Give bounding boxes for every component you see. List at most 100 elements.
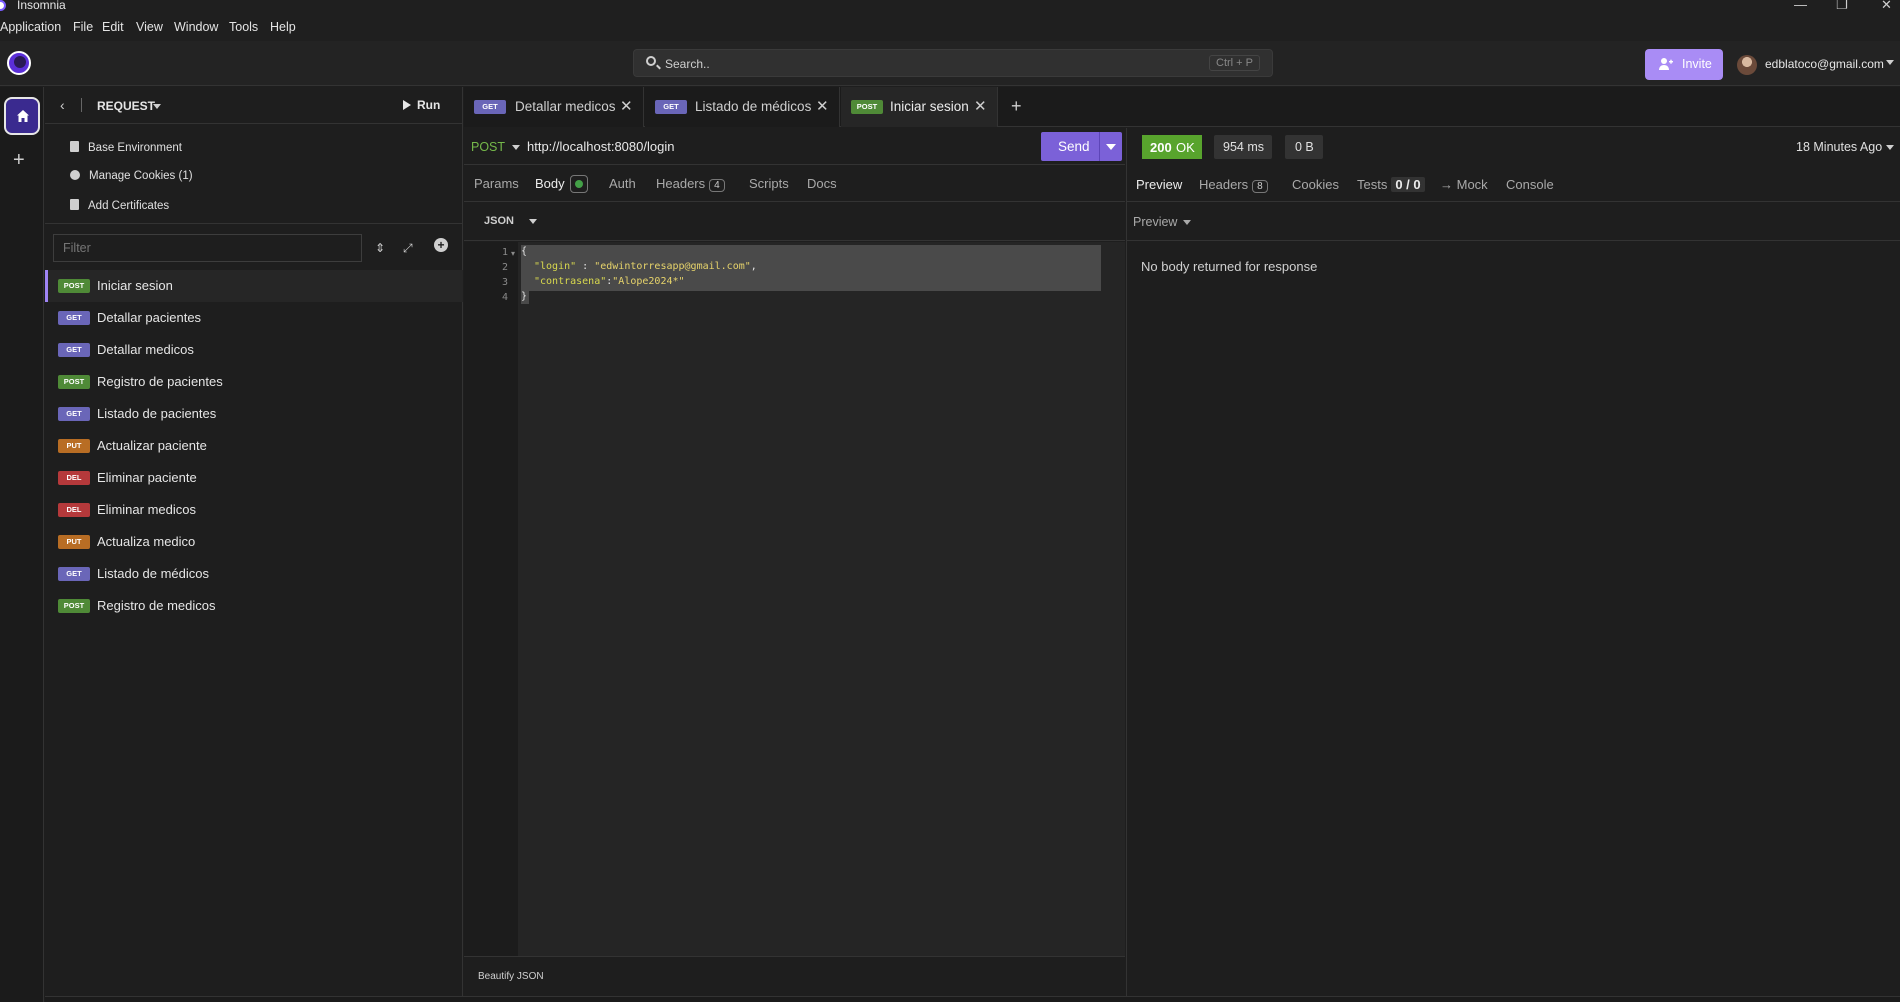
avatar[interactable]	[1737, 55, 1757, 75]
empty-response-message: No body returned for response	[1141, 259, 1318, 274]
status-badge: 200 OK	[1142, 135, 1202, 159]
tab-auth[interactable]: Auth	[609, 176, 636, 191]
tab-headers[interactable]: Headers 4	[656, 176, 725, 192]
window-title: Insomnia	[17, 0, 66, 12]
method-badge: POST	[851, 100, 883, 114]
request-name: Iniciar sesion	[97, 278, 173, 293]
expand-all-icon[interactable]: ⤢	[403, 241, 413, 256]
request-name: Detallar medicos	[97, 342, 194, 357]
chevron-down-icon[interactable]	[1886, 60, 1894, 65]
request-collection-label[interactable]: REQUEST	[97, 99, 155, 113]
tab-mock[interactable]: → Mock	[1440, 177, 1488, 192]
tab-docs[interactable]: Docs	[807, 176, 837, 191]
title-bar: Insomnia — ❐ ✕	[0, 0, 1900, 16]
insomnia-logo-icon[interactable]	[7, 51, 31, 75]
add-project-plus-icon[interactable]: +	[13, 149, 25, 172]
tab-response-headers[interactable]: Headers 8	[1199, 177, 1268, 193]
play-icon	[403, 100, 411, 110]
close-window-button[interactable]: ✕	[1881, 0, 1892, 13]
sidebar-request-registro-de-medicos[interactable]: POST Registro de medicos	[45, 590, 463, 622]
menu-window[interactable]: Window	[174, 20, 218, 34]
sidebar-request-registro-de-pacientes[interactable]: POST Registro de pacientes	[45, 366, 463, 398]
chevron-down-icon[interactable]	[529, 219, 537, 224]
chevron-down-icon[interactable]	[1183, 220, 1191, 225]
code-line-2: "login" : "edwintorresapp@gmail.com",	[534, 261, 757, 272]
preview-mode-bar	[1126, 203, 1900, 241]
line-number: 1	[501, 247, 508, 258]
base-environment-label: Base Environment	[88, 142, 182, 154]
minimize-button[interactable]: —	[1794, 0, 1807, 12]
search-bar[interactable]: Search.. Ctrl + P	[633, 49, 1273, 77]
fold-chevron-icon[interactable]: ▾	[511, 249, 515, 258]
send-options-chevron-icon[interactable]	[1106, 144, 1116, 150]
invite-button[interactable]: Invite	[1645, 49, 1723, 80]
menu-tools[interactable]: Tools	[229, 20, 258, 34]
url-input[interactable]: http://localhost:8080/login	[527, 139, 674, 154]
request-name: Detallar pacientes	[97, 310, 202, 325]
sidebar-request-eliminar-paciente[interactable]: DEL Eliminar paciente	[45, 462, 463, 494]
chevron-down-icon[interactable]	[1886, 145, 1894, 150]
filter-input[interactable]	[53, 234, 362, 262]
run-button[interactable]: Run	[403, 98, 440, 112]
response-size-badge: 0 B	[1285, 135, 1323, 159]
tab-body[interactable]: Body	[535, 176, 565, 191]
tab-console[interactable]: Console	[1506, 177, 1554, 192]
tab-tests[interactable]: Tests 0 / 0	[1357, 177, 1425, 192]
body-editor[interactable]	[518, 242, 1125, 956]
chevron-down-icon[interactable]	[153, 104, 161, 109]
menu-edit[interactable]: Edit	[102, 20, 124, 34]
line-number: 3	[501, 277, 508, 288]
tab-detallar-medicos[interactable]: GET Detallar medicos ✕	[464, 87, 644, 127]
send-button[interactable]: Send	[1041, 132, 1122, 161]
tab-cookies[interactable]: Cookies	[1292, 177, 1339, 192]
home-button[interactable]	[4, 97, 40, 135]
tab-preview[interactable]: Preview	[1136, 177, 1182, 192]
add-certificates-link[interactable]: Add Certificates	[70, 199, 169, 212]
editor-gutter	[464, 242, 518, 956]
request-name: Actualiza medico	[97, 534, 196, 549]
json-comma: ,	[750, 261, 757, 272]
sidebar-request-detallar-medicos[interactable]: GET Detallar medicos	[45, 334, 463, 366]
document-icon	[70, 141, 79, 152]
close-tab-icon[interactable]: ✕	[620, 97, 633, 115]
close-tab-icon[interactable]: ✕	[816, 97, 829, 115]
tab-listado-de-medicos[interactable]: GET Listado de médicos ✕	[645, 87, 840, 127]
sort-icon[interactable]: ⇕	[375, 241, 385, 255]
sidebar-request-detallar-pacientes[interactable]: GET Detallar pacientes	[45, 302, 463, 334]
menu-help[interactable]: Help	[270, 20, 296, 34]
menu-file[interactable]: File	[73, 20, 93, 34]
sidebar-request-eliminar-medicos[interactable]: DEL Eliminar medicos	[45, 494, 463, 526]
run-label: Run	[417, 98, 441, 112]
menu-view[interactable]: View	[136, 20, 163, 34]
back-chevron-icon[interactable]: ‹	[60, 97, 65, 113]
close-tab-icon[interactable]: ✕	[974, 97, 987, 115]
sidebar-request-actualizar-paciente[interactable]: PUT Actualizar paciente	[45, 430, 463, 462]
tab-scripts[interactable]: Scripts	[749, 176, 789, 191]
chevron-down-icon[interactable]	[512, 145, 520, 150]
sidebar-request-listado-de-pacientes[interactable]: GET Listado de pacientes	[45, 398, 463, 430]
menu-application[interactable]: Application	[0, 20, 61, 34]
beautify-json-button[interactable]: Beautify JSON	[478, 971, 544, 982]
sidebar-request-iniciar-sesion[interactable]: POST Iniciar sesion	[45, 270, 463, 302]
user-email[interactable]: edblatoco@gmail.com	[1765, 57, 1884, 71]
json-key: "login"	[534, 261, 577, 272]
body-type-selector[interactable]: JSON	[484, 215, 514, 227]
preview-mode-selector[interactable]: Preview	[1133, 215, 1177, 229]
status-code: 200	[1150, 140, 1172, 155]
add-certificates-label: Add Certificates	[88, 200, 170, 212]
send-label: Send	[1058, 139, 1090, 154]
sidebar-request-actualiza-medico[interactable]: PUT Actualiza medico	[45, 526, 463, 558]
response-time-badge: 954 ms	[1214, 135, 1272, 159]
method-selector[interactable]: POST	[471, 140, 505, 154]
response-history-selector[interactable]: 18 Minutes Ago	[1796, 140, 1882, 154]
restore-button[interactable]: ❐	[1836, 0, 1848, 13]
tab-params[interactable]: Params	[474, 176, 519, 191]
method-badge: PUT	[58, 439, 90, 453]
manage-cookies-link[interactable]: Manage Cookies (1)	[70, 170, 193, 182]
tab-iniciar-sesion[interactable]: POST Iniciar sesion ✕	[841, 87, 998, 127]
sidebar-request-listado-de-medicos[interactable]: GET Listado de médicos	[45, 558, 463, 590]
add-request-plus-icon[interactable]: +	[434, 238, 448, 252]
json-value: "edwintorresapp@gmail.com"	[594, 261, 751, 272]
base-environment-link[interactable]: Base Environment	[70, 141, 182, 154]
new-tab-plus-icon[interactable]: +	[1011, 96, 1022, 117]
